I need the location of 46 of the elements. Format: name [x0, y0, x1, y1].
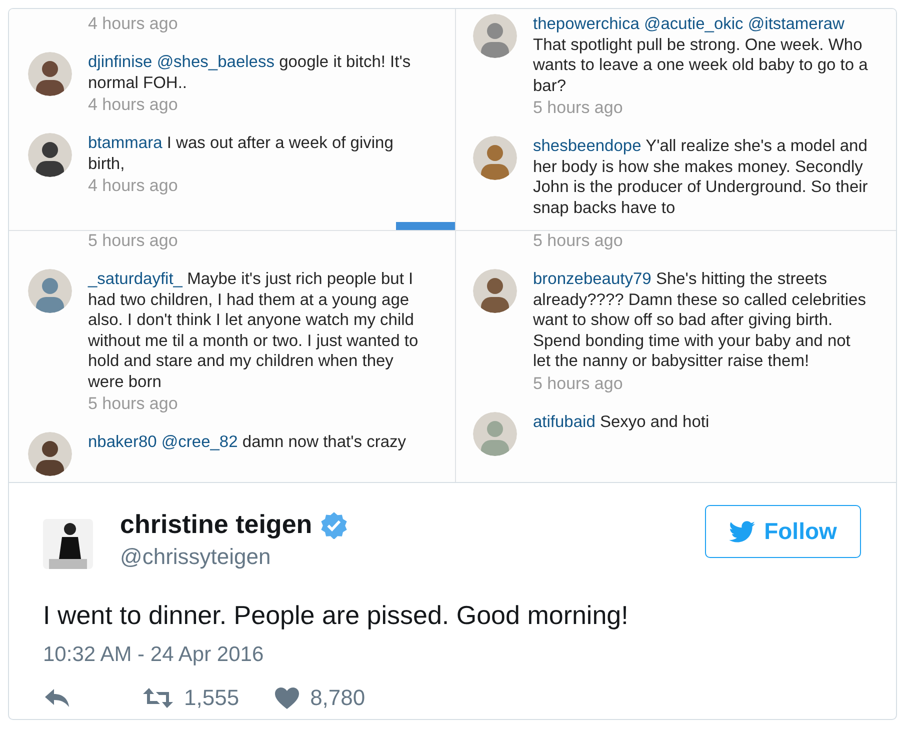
- like-count: 8,780: [310, 685, 366, 711]
- retweet-icon[interactable]: [142, 686, 174, 710]
- username-link[interactable]: bronzebeauty79: [533, 270, 652, 288]
- comment-text: atifubaid Sexyo and hoti: [533, 412, 710, 432]
- avatar: [28, 432, 72, 476]
- avatar: [28, 52, 72, 96]
- tweet-timestamp: 10:32 AM - 24 Apr 2016: [43, 643, 265, 667]
- comment-time: 5 hours ago: [533, 98, 624, 118]
- tweet-text: I went to dinner. People are pissed. Good morning!: [43, 600, 630, 631]
- comment-text: thepowerchica @acutie_okic @itstameraw That spotlight pull be strong. One week. Who wants to leave a one week old baby to go to a bar?: [533, 14, 868, 96]
- avatar: [473, 412, 517, 456]
- bird-icon: [729, 520, 756, 542]
- username-link[interactable]: _saturdayfit_: [88, 270, 182, 288]
- username-link[interactable]: atifubaid: [533, 412, 596, 430]
- comment-text: btammara I was out after a week of giving birth,: [88, 133, 394, 174]
- comment-text: _saturdayfit_ Maybe it's just rich people but I had two children, I had them at a young age also. I don't think I let anyone watch my child without me til a month or two. I just wanted to hold and stare and my children when they were born: [88, 269, 420, 392]
- comment-time: 5 hours ago: [88, 231, 179, 251]
- mention-link[interactable]: @shes_baeless: [156, 53, 274, 71]
- comment-time: 5 hours ago: [533, 231, 624, 251]
- heart-icon[interactable]: [274, 686, 300, 710]
- comment-time: 5 hours ago: [533, 374, 624, 394]
- avatar: [28, 269, 72, 313]
- comment-text: djinfinise @shes_baeless google it bitch! It's normal FOH..: [88, 52, 412, 93]
- comment-text: nbaker80 @cree_82 damn now that's crazy: [88, 432, 408, 452]
- comment-time: 4 hours ago: [88, 176, 179, 196]
- comment-time: 5 hours ago: [88, 394, 179, 414]
- mention-link[interactable]: @acutie_okic: [644, 15, 744, 33]
- username-link[interactable]: shesbeendope: [533, 137, 642, 155]
- comment-time: 4 hours ago: [88, 95, 179, 115]
- username-link[interactable]: thepowerchica: [533, 15, 640, 33]
- comment-text: bronzebeauty79 She's hitting the streets already???? Damn these so called celebrities want to show off so bad after giving birth. Spend bonding time with your baby and not let the nanny or babysitter raise them!: [533, 269, 867, 372]
- comment-time: 4 hours ago: [88, 14, 179, 34]
- username-link[interactable]: nbaker80: [88, 433, 157, 451]
- avatar: [473, 14, 517, 58]
- mention-link[interactable]: @cree_82: [161, 433, 238, 451]
- avatar: [43, 519, 93, 569]
- author-name: christine teigen: [120, 509, 312, 540]
- author-handle: @chrissyteigen: [120, 544, 272, 570]
- username-link[interactable]: btammara: [88, 134, 162, 152]
- avatar: [473, 136, 517, 180]
- avatar: [473, 269, 517, 313]
- comment-text: shesbeendope Y'all realize she's a model and her body is how she makes money. Secondly John is the producer of Underground. So their snap backs have to: [533, 136, 868, 218]
- retweet-count: 1,555: [184, 685, 240, 711]
- avatar: [28, 133, 72, 177]
- mention-link[interactable]: @itstameraw: [748, 15, 844, 33]
- username-link[interactable]: djinfinise: [88, 53, 152, 71]
